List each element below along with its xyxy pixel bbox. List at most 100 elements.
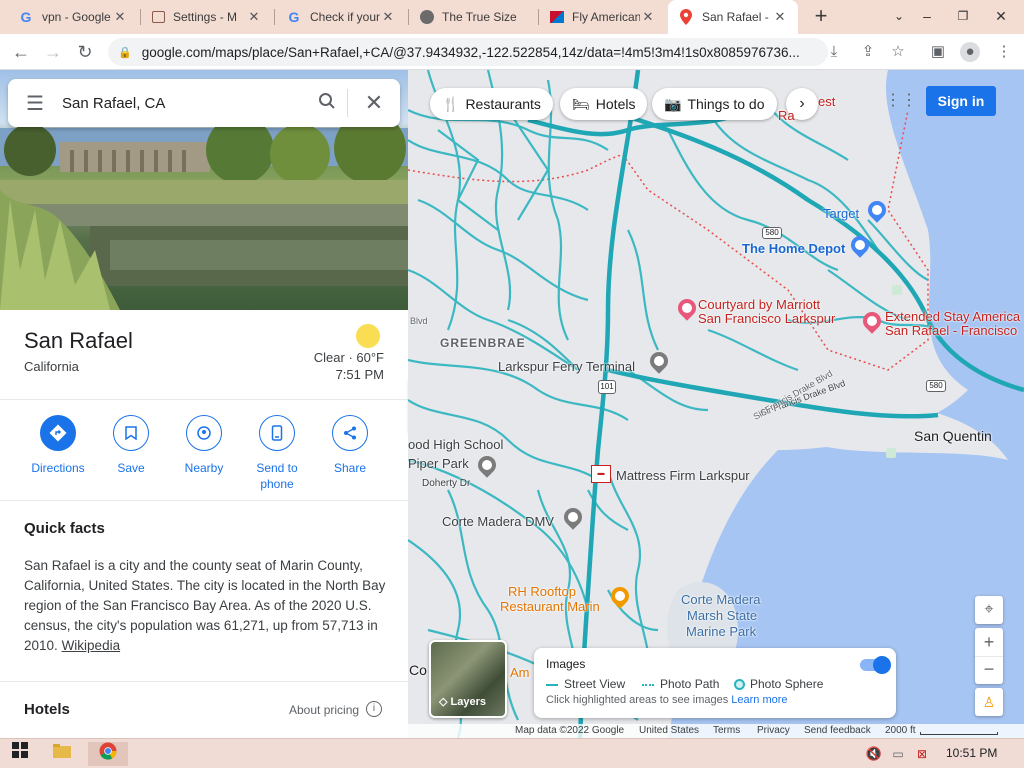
map-label-courtyard[interactable]: Courtyard by Marriott xyxy=(698,297,820,312)
save-button[interactable]: Save xyxy=(94,415,168,476)
nearby-button[interactable]: Nearby xyxy=(167,415,241,476)
bookmark-star-icon[interactable]: ☆ xyxy=(888,42,908,62)
map-label-corte-dmv[interactable]: Corte Madera DMV xyxy=(442,514,554,529)
toggle-knob xyxy=(873,656,891,674)
bed-icon: 🛏 xyxy=(572,95,590,112)
tab-settings[interactable]: Settings - M ✕ xyxy=(142,0,272,34)
chevron-right-icon: › xyxy=(799,95,805,112)
map-label-extended-stay-sub[interactable]: San Rafael - Francisco xyxy=(885,323,1017,338)
weather-condition: Clear · 60°F xyxy=(313,350,384,365)
layers-button[interactable]: ◇ Layers xyxy=(429,640,507,718)
quick-facts-text: San Rafael is a city and the county seat… xyxy=(24,556,386,656)
learn-more-link[interactable]: Learn more xyxy=(731,694,787,706)
store-logo-icon[interactable]: ▬ xyxy=(591,465,611,483)
send-to-phone-label: Send to phone xyxy=(256,461,298,491)
close-icon[interactable]: ✕ xyxy=(112,9,128,25)
scale-label[interactable]: 2000 ft xyxy=(885,725,916,736)
quick-facts-heading: Quick facts xyxy=(24,520,105,537)
info-icon[interactable]: i xyxy=(366,701,382,717)
close-icon[interactable]: ✕ xyxy=(640,9,656,25)
tab-true-size[interactable]: The True Size xyxy=(410,0,536,34)
directions-button[interactable]: Directions xyxy=(21,415,95,476)
place-photo[interactable]: ☰ San Rafael, CA ✕ xyxy=(0,70,408,310)
tab-check-google[interactable]: G Check if your ✕ xyxy=(276,0,406,34)
map-canvas[interactable]: 🍴 Restaurants 🛏 Hotels 📷 Things to do › … xyxy=(408,70,1024,738)
notification-icon[interactable]: ⊠ xyxy=(912,742,932,766)
reload-icon[interactable]: ↻ xyxy=(72,40,98,66)
scale-bar xyxy=(920,732,998,735)
install-icon[interactable]: ⤓ xyxy=(824,42,844,62)
map-label-rh-rooftop-sub[interactable]: Restaurant Marin xyxy=(500,599,600,614)
kebab-menu-icon[interactable]: ⋮ xyxy=(994,42,1014,62)
close-icon[interactable]: ✕ xyxy=(246,9,262,25)
place-title: San Rafael xyxy=(24,328,133,353)
chrome-taskbar-icon[interactable] xyxy=(88,742,128,766)
restaurants-chip[interactable]: 🍴 Restaurants xyxy=(430,88,553,120)
send-to-phone-button[interactable]: Send to phone xyxy=(240,415,314,492)
about-pricing-link[interactable]: About pricing xyxy=(289,703,359,717)
map-label-mattress-firm[interactable]: Mattress Firm Larkspur xyxy=(616,468,750,483)
zoom-out-icon[interactable]: − xyxy=(975,656,1003,684)
wikipedia-link[interactable]: Wikipedia xyxy=(62,638,121,653)
terms-link[interactable]: Terms xyxy=(713,725,740,736)
close-icon[interactable]: ✕ xyxy=(380,9,396,25)
map-label-rh-rooftop[interactable]: RH Rooftop xyxy=(508,584,576,599)
tab-vpn-google[interactable]: G vpn - Google ✕ xyxy=(8,0,138,34)
google-icon: G xyxy=(20,9,32,25)
file-explorer-icon[interactable] xyxy=(42,742,82,766)
hotels-chip[interactable]: 🛏 Hotels xyxy=(560,88,648,120)
send-feedback-link[interactable]: Send feedback xyxy=(804,725,871,736)
sign-in-button[interactable]: Sign in xyxy=(926,86,996,116)
apps-grid-icon[interactable]: ⋮⋮ xyxy=(885,92,917,110)
tab-separator xyxy=(140,9,141,25)
profile-avatar-icon[interactable]: ● xyxy=(960,42,980,62)
pin-center xyxy=(651,353,667,369)
back-icon[interactable]: ← xyxy=(8,40,34,66)
map-label-courtyard-sub[interactable]: San Francisco Larkspur xyxy=(698,311,835,326)
window-close-icon[interactable]: ✕ xyxy=(984,0,1018,34)
clear-search-icon[interactable]: ✕ xyxy=(348,90,400,116)
map-label-extended-stay[interactable]: Extended Stay America xyxy=(885,309,1020,324)
search-input[interactable]: San Rafael, CA xyxy=(62,95,307,112)
map-label-target[interactable]: Target xyxy=(823,206,859,221)
taskbar-clock[interactable]: 10:51 PM xyxy=(946,746,997,760)
map-label-home-depot[interactable]: The Home Depot xyxy=(742,241,845,256)
legend-street-view: Street View xyxy=(546,677,625,691)
google-icon: G xyxy=(288,9,300,25)
tab-fly-american[interactable]: Fly American ✕ xyxy=(540,0,666,34)
windows-start-icon[interactable] xyxy=(0,742,40,766)
pin-center xyxy=(565,509,581,525)
region-link[interactable]: United States xyxy=(639,725,699,736)
search-box[interactable]: ☰ San Rafael, CA ✕ xyxy=(8,79,400,127)
close-icon[interactable]: ✕ xyxy=(772,9,788,25)
address-bar[interactable]: 🔒 google.com/maps/place/San+Rafael,+CA/@… xyxy=(108,38,828,66)
search-icon[interactable] xyxy=(307,92,347,115)
divider xyxy=(0,399,408,400)
zoom-controls: + − xyxy=(975,628,1003,684)
forward-icon[interactable]: → xyxy=(40,40,66,66)
map-label-marsh-1: Corte Madera xyxy=(681,592,761,607)
layers-label: ◇ Layers xyxy=(439,696,486,708)
map-label-piper-park: Piper Park xyxy=(408,456,469,471)
tab-title: vpn - Google xyxy=(42,10,111,24)
new-tab-button[interactable]: + xyxy=(808,4,834,30)
share-page-icon[interactable]: ⇪ xyxy=(858,42,878,62)
privacy-link[interactable]: Privacy xyxy=(757,725,790,736)
my-location-icon[interactable]: ⌖ xyxy=(975,596,1003,624)
hamburger-menu-icon[interactable]: ☰ xyxy=(8,91,62,116)
pegman-icon[interactable]: ♙ xyxy=(975,688,1003,716)
legend-photo-path: Photo Path xyxy=(642,677,719,691)
restore-icon[interactable]: ❐ xyxy=(946,0,980,34)
tab-title: San Rafael - xyxy=(702,10,769,24)
tab-san-rafael[interactable]: San Rafael - ✕ xyxy=(668,0,798,34)
network-icon[interactable]: ▭ xyxy=(888,742,908,766)
street-view-toggle[interactable] xyxy=(860,656,891,674)
lock-icon[interactable]: 🔒 xyxy=(118,46,132,59)
zoom-in-icon[interactable]: + xyxy=(975,628,1003,656)
tab-title: Settings - M xyxy=(173,10,238,24)
speaker-muted-icon[interactable]: 🔇 xyxy=(864,742,884,766)
things-to-do-chip[interactable]: 📷 Things to do xyxy=(652,88,777,120)
side-panel-icon[interactable]: ▣ xyxy=(928,42,948,62)
minimize-icon[interactable]: – xyxy=(910,0,944,34)
share-button[interactable]: Share xyxy=(313,415,387,476)
